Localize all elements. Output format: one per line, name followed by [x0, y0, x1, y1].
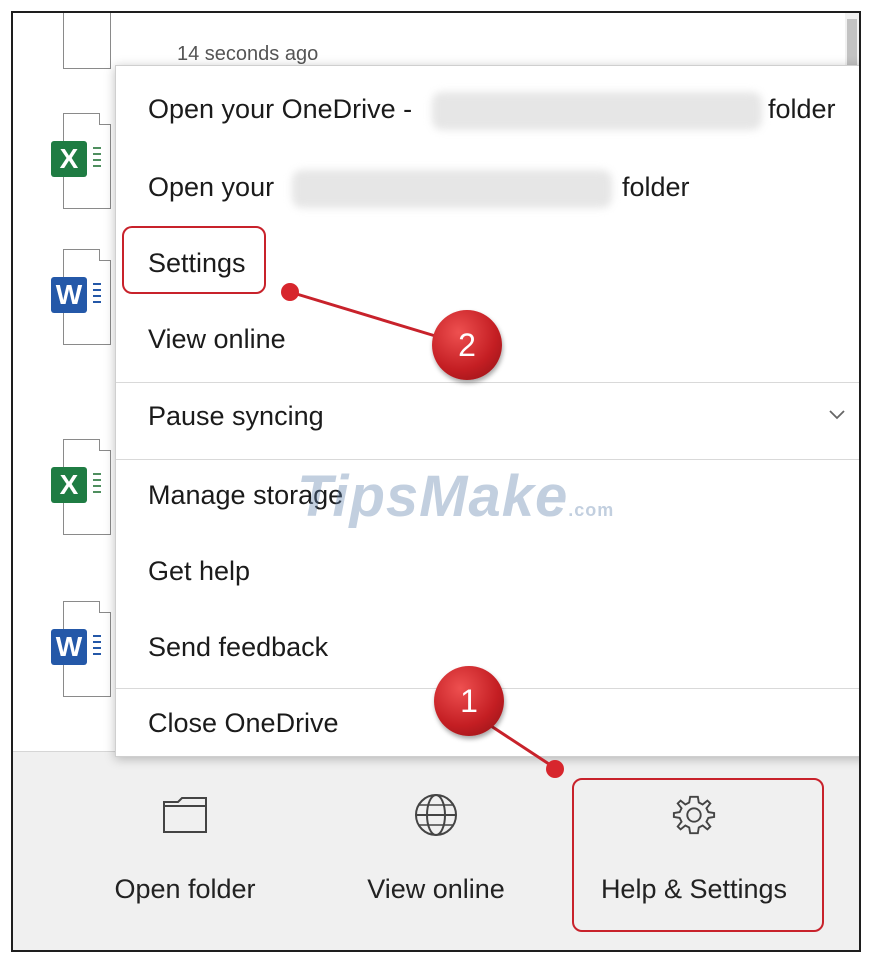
annotation-dot [281, 283, 299, 301]
settings-highlight [122, 226, 266, 294]
help-settings-highlight [572, 778, 824, 932]
step-marker-2: 2 [432, 310, 502, 380]
step-marker-1: 1 [434, 666, 504, 736]
annotation-dot [546, 760, 564, 778]
